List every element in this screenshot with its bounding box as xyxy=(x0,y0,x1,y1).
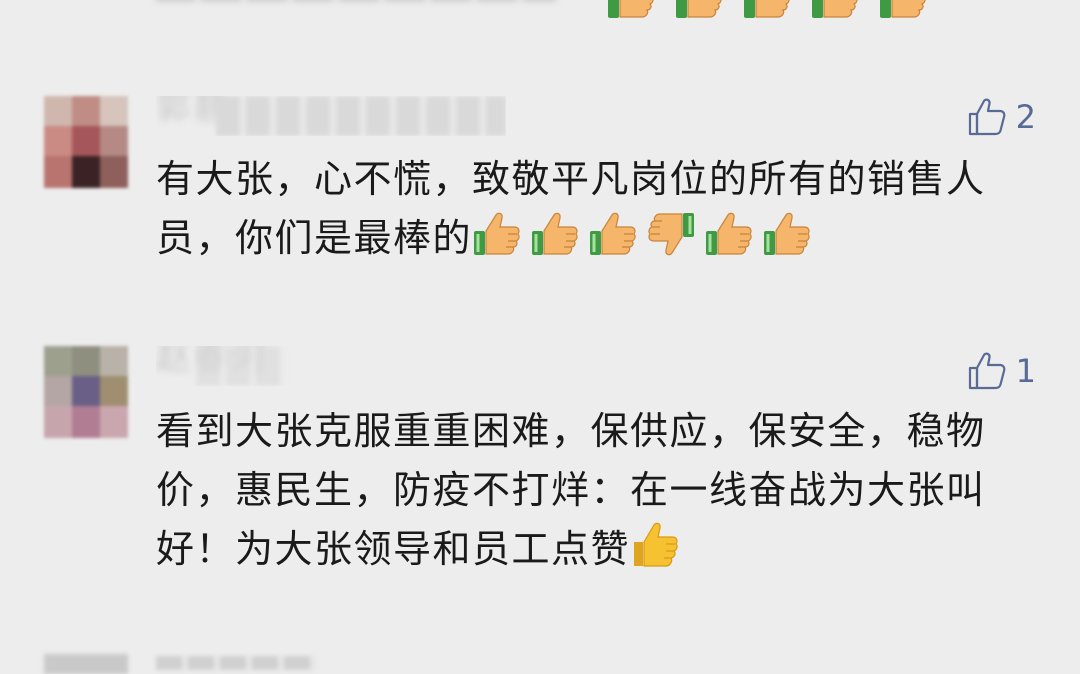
previous-comment-text-blurred xyxy=(156,0,556,2)
username-blurred[interactable] xyxy=(156,656,316,670)
thumbs-up-yellow-icon xyxy=(634,522,678,567)
next-comment-fragment xyxy=(0,648,1080,674)
thumbs-up-icon xyxy=(608,0,654,18)
thumbs-up-icon xyxy=(474,212,520,255)
comment-text: 有大张，心不慌，致敬平凡岗位的所有的销售人员，你们是最棒的 xyxy=(156,150,1036,268)
like-button[interactable]: 1 xyxy=(966,350,1036,392)
avatar[interactable] xyxy=(44,654,128,674)
username-mosaic xyxy=(216,96,506,136)
thumbs-up-icon xyxy=(590,212,636,255)
previous-comment-fragment xyxy=(156,0,926,18)
thumbs-up-icon xyxy=(880,0,926,18)
comment-text: 看到大张克服重重困难，保供应，保安全，稳物价，惠民生，防疫不打烊：在一线奋战为大… xyxy=(156,402,1036,579)
thumbs-up-outline-icon xyxy=(968,98,1006,136)
thumbs-up-icon xyxy=(706,212,752,255)
previous-comment-emojis xyxy=(606,0,936,22)
thumbs-up-icon xyxy=(676,0,722,18)
thumbs-up-icon xyxy=(532,212,578,255)
username-blurred[interactable]: 郭静 xyxy=(156,96,506,136)
username-mosaic xyxy=(196,346,286,386)
avatar[interactable] xyxy=(44,96,128,188)
like-count: 2 xyxy=(1015,98,1036,136)
comment-text-body: 看到大张克服重重困难，保供应，保安全，稳物价，惠民生，防疫不打烊：在一线奋战为大… xyxy=(156,409,986,571)
like-button[interactable]: 2 xyxy=(966,96,1036,138)
thumbs-up-icon xyxy=(744,0,790,18)
thumbs-down-icon xyxy=(648,213,695,256)
thumbs-up-outline-icon xyxy=(968,352,1006,390)
avatar[interactable] xyxy=(44,346,128,438)
thumbs-up-icon xyxy=(764,212,810,255)
thumbs-up-icon xyxy=(812,0,858,18)
username-blurred[interactable]: 赵春河 xyxy=(156,346,296,386)
like-count: 1 xyxy=(1015,352,1036,390)
